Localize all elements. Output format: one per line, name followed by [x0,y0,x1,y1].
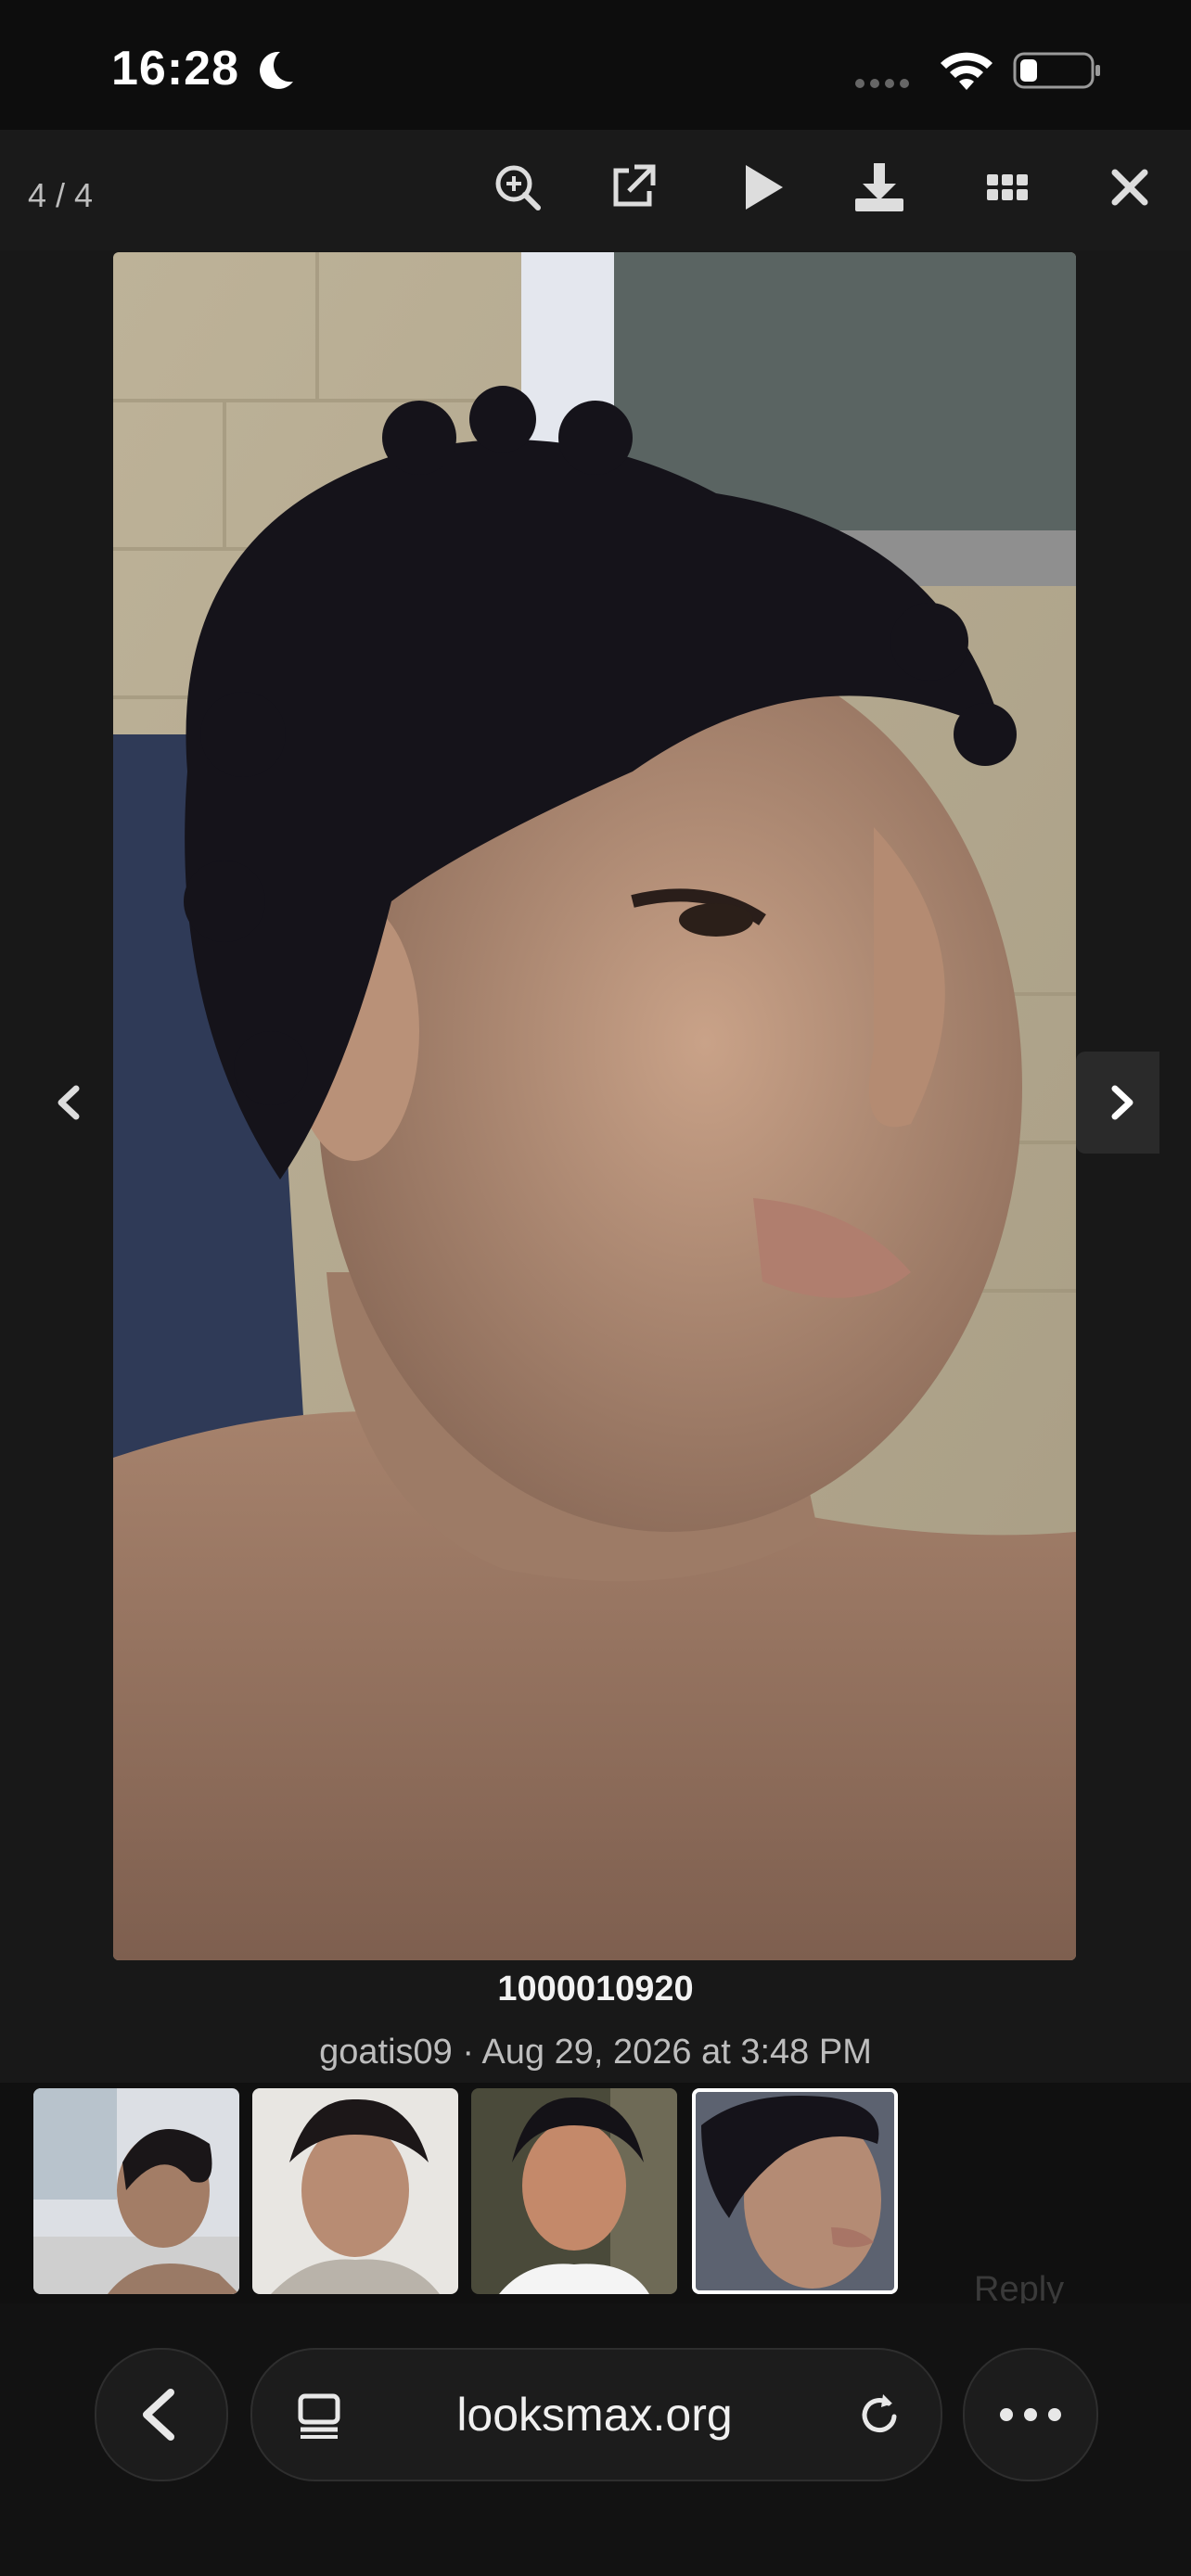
play-icon[interactable] [735,159,790,215]
moon-icon [252,48,297,93]
back-chevron-icon [143,2389,174,2441]
lightbox-image[interactable] [113,252,1076,1960]
thumbnail-4-active[interactable] [692,2088,898,2294]
reload-icon[interactable] [853,2389,905,2441]
close-icon[interactable] [1102,159,1158,215]
download-icon[interactable] [852,159,907,215]
next-image-button[interactable] [1076,1052,1159,1154]
signal-dots-icon [855,76,915,93]
browser-more-button[interactable] [963,2348,1098,2481]
thumbnail-2[interactable] [252,2088,458,2294]
battery-icon [1013,50,1102,91]
wifi-icon [937,48,996,93]
open-external-icon[interactable] [605,159,660,215]
browser-back-button[interactable] [95,2348,228,2481]
thumbnail-3[interactable] [471,2088,677,2294]
thumbnail-1[interactable] [33,2088,239,2294]
grid-icon[interactable] [980,159,1035,215]
status-time: 16:28 [111,42,239,96]
image-counter: 4 / 4 [28,176,94,214]
image-title: 1000010920 [497,1970,694,2009]
zoom-in-icon[interactable] [490,159,545,215]
url-text[interactable]: looksmax.org [250,2388,939,2442]
image-meta: goatis09 · Aug 29, 2026 at 3:48 PM [319,2033,872,2072]
previous-image-button[interactable] [28,1052,111,1154]
more-dots-icon [1000,2408,1061,2421]
